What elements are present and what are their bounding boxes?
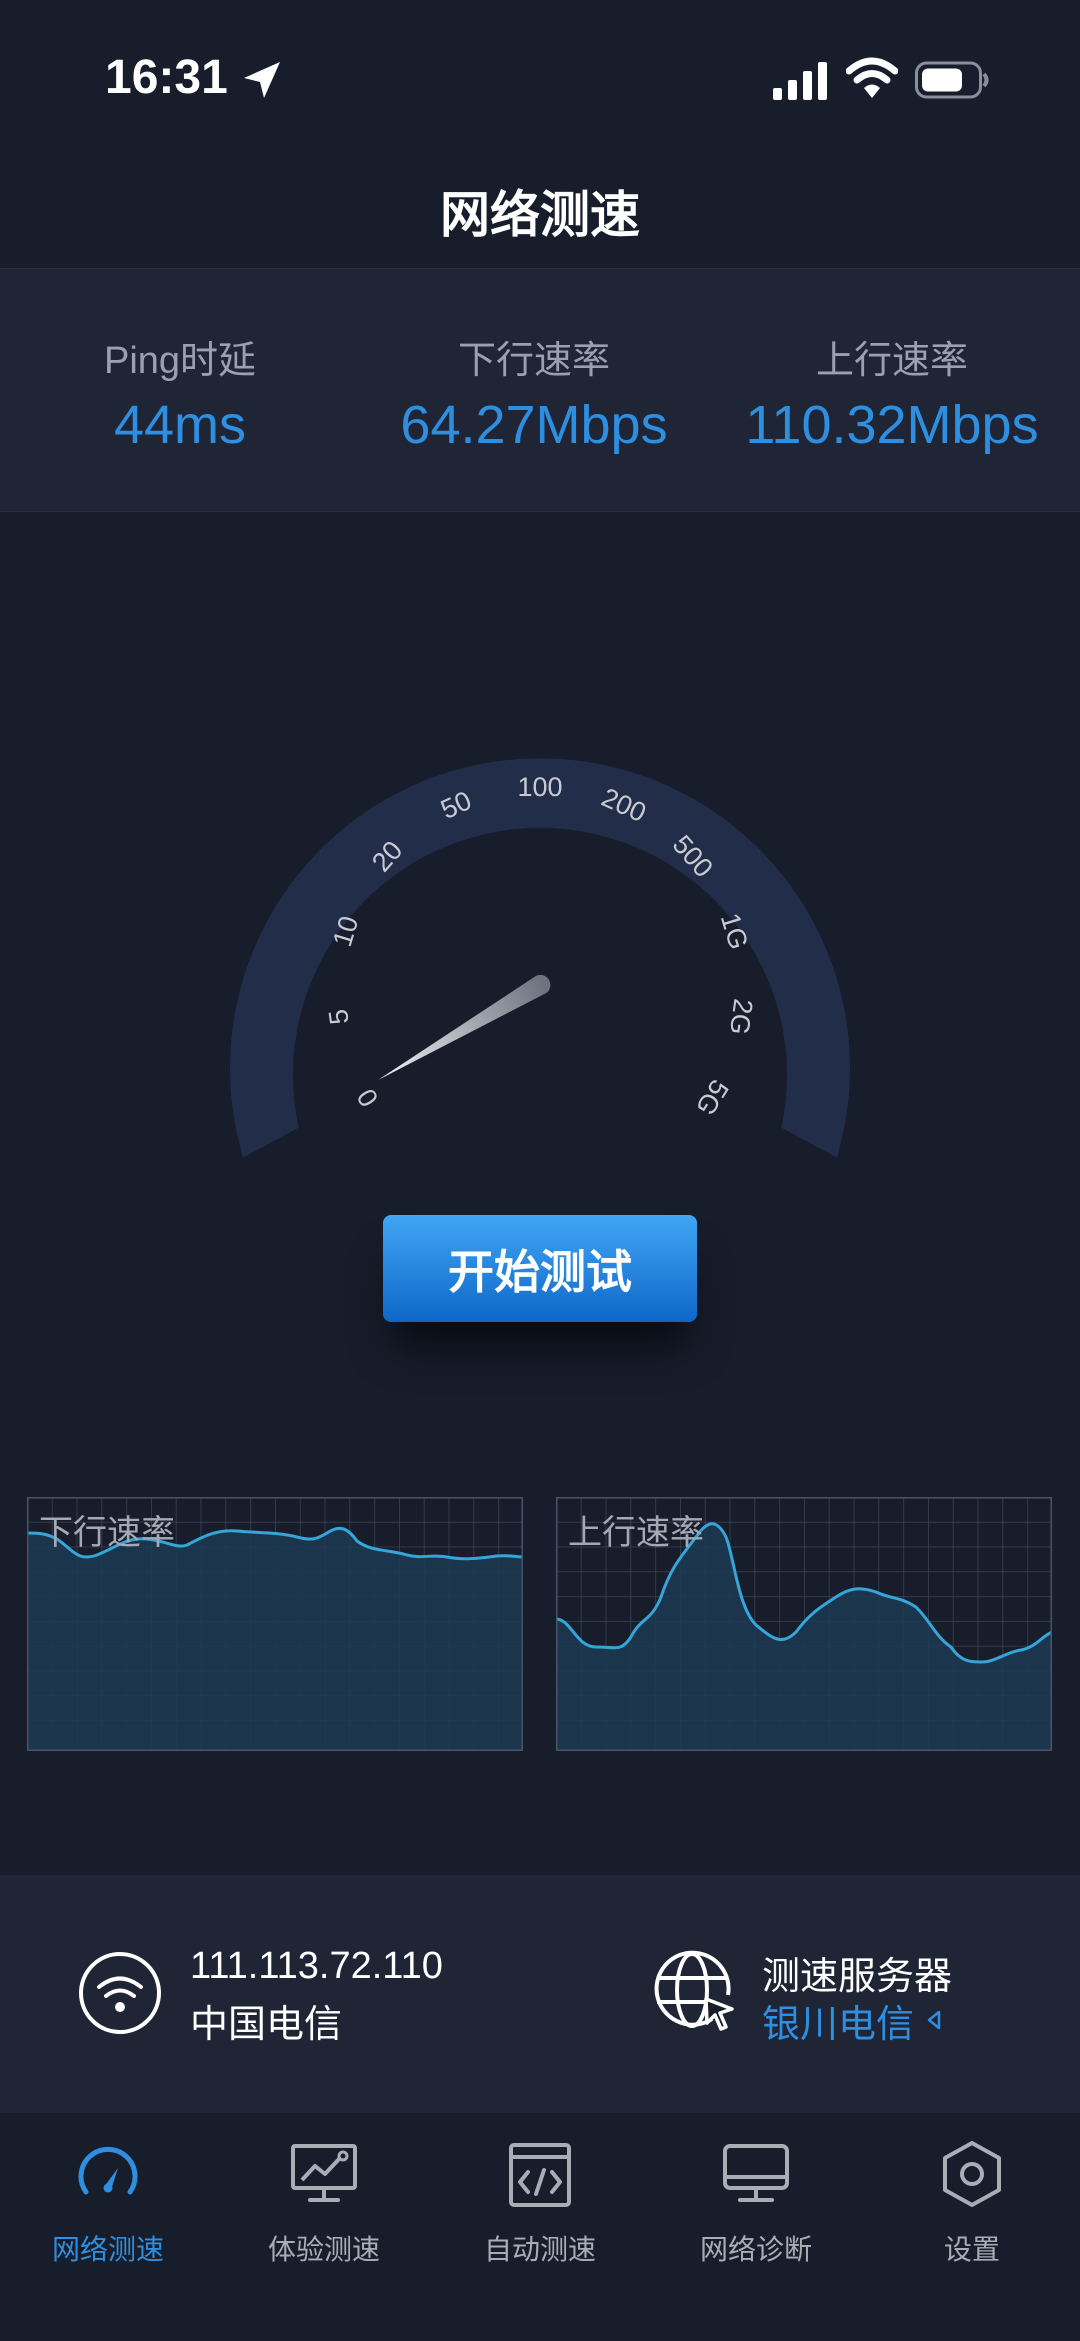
gauge-scale-label: 0 [351,1083,384,1112]
globe-cursor-icon[interactable] [650,1947,736,2033]
download-chart-panel: 下行速率 [26,1497,524,1751]
cellular-signal-icon [773,62,827,100]
server-label: 测速服务器 [762,1956,953,1998]
tab-label: 网络测速 [51,2234,164,2265]
gauge-scale-label: 100 [517,772,562,802]
desktop-icon [723,2144,789,2202]
download-area [27,1528,523,1751]
upload-chart-panel: 上行速率 [555,1497,1053,1751]
gauge-arc [230,758,851,1158]
upload-chart-title: 上行速率 [568,1514,704,1552]
isp-name: 中国电信 [190,2004,343,2046]
monitor-chart-icon [291,2144,357,2202]
upload-stat: 上行速率 110.32Mbps [712,329,1072,456]
tab-label: 自动测速 [483,2234,596,2265]
server-name[interactable]: 银川电信 [762,1993,914,2048]
battery-icon [915,61,989,99]
tab-bar: 网络测速 体验测速 自动测速 网络诊断 设置 [0,2113,1080,2341]
tab-network-speed[interactable]: 网络测速 [0,2128,216,2308]
ping-stat: Ping时延 44ms [0,329,360,456]
download-value: 64.27Mbps [400,395,668,455]
upload-label: 上行速率 [815,340,968,382]
ip-address: 111.113.72.110 [190,1945,443,1987]
download-label: 下行速率 [457,340,610,382]
tab-label: 设置 [943,2234,1000,2265]
start-test-button[interactable]: 开始测试 [383,1215,697,1322]
location-arrow-icon [244,62,280,98]
gauge-scale-label: 5G [690,1074,735,1120]
gauge-needle [378,974,551,1080]
wifi-circle-icon [79,1952,161,2034]
tab-label: 网络诊断 [699,2234,812,2265]
tab-auto-speed[interactable]: 自动测速 [432,2128,648,2308]
tab-network-diagnosis[interactable]: 网络诊断 [648,2128,864,2308]
ping-label: Ping时延 [103,340,257,382]
gauge-scale-label: 5 [323,1007,355,1026]
status-time: 16:31 [105,51,228,104]
hexagon-settings-icon [943,2141,1001,2207]
tab-experience-speed[interactable]: 体验测速 [216,2128,432,2308]
speedometer-icon [78,2146,138,2195]
ping-value: 44ms [113,395,247,455]
network-info-panel: 111.113.72.110 中国电信 测速服务器 银川电信 [0,1875,1080,2113]
caret-left-icon[interactable] [926,2009,942,2031]
gauge-scale-label: 2G [724,997,759,1037]
code-window-icon [509,2143,571,2207]
download-chart-title: 下行速率 [39,1514,175,1552]
page-title: 网络测速 [440,187,640,243]
tab-settings[interactable]: 设置 [864,2128,1080,2308]
tab-label: 体验测速 [267,2234,380,2265]
wifi-icon [846,57,898,98]
download-stat: 下行速率 64.27Mbps [354,329,714,456]
speed-gauge: 05102050 100 2005001G2G5G [230,758,851,1158]
stats-panel: Ping时延 44ms 下行速率 64.27Mbps 上行速率 110.32Mb… [0,268,1080,512]
status-bar: 16:31 [0,0,1080,150]
upload-value: 110.32Mbps [745,395,1039,455]
